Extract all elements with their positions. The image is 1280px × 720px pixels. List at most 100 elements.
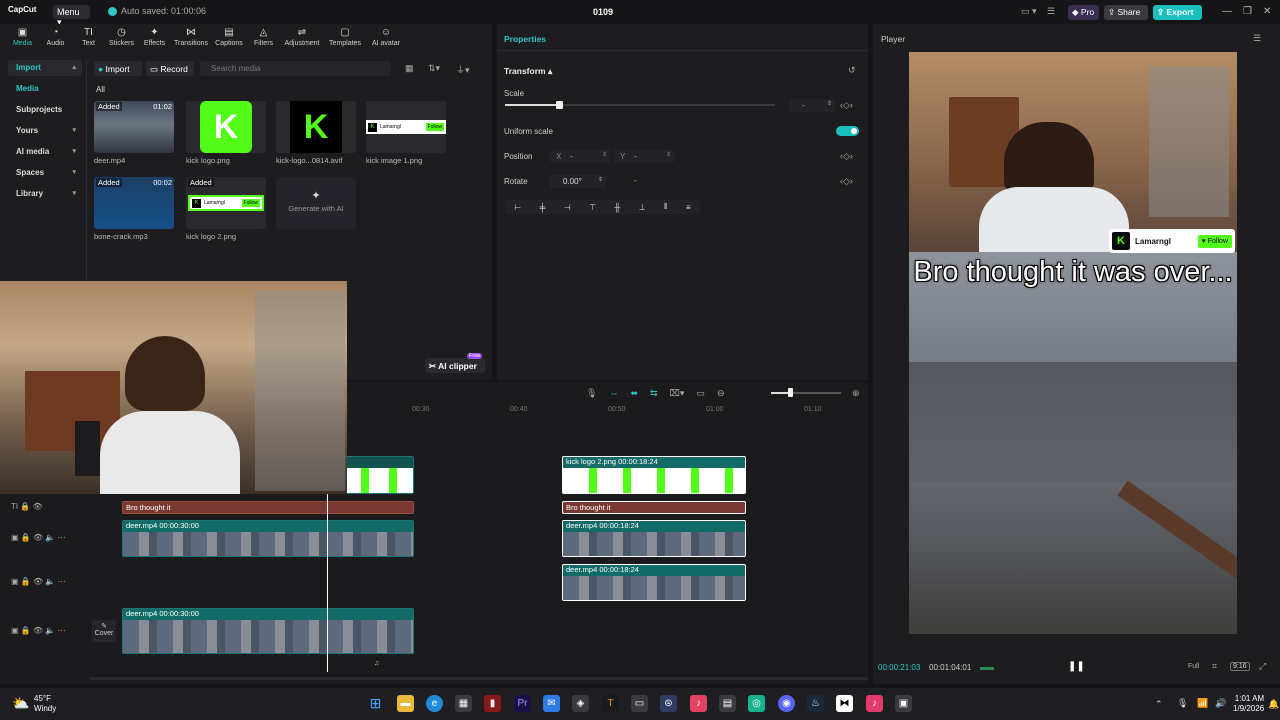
tool-stickers[interactable]: ◷ Stickers [105,27,138,47]
preview-axis-icon[interactable]: ⌧▾ [670,388,685,399]
app-icon[interactable]: T [602,695,619,712]
keyframe-icon[interactable]: ‹◇› [840,176,853,187]
layout-icon[interactable]: ▭ ▾ [1021,6,1037,17]
media-item-kick-logo-avif[interactable]: K kick-logo...0814.avif [276,101,356,165]
tool-captions[interactable]: ▤ Captions [211,27,247,47]
tool-effects[interactable]: ✦ Effects [138,27,171,47]
steam-icon[interactable]: ♨ [807,695,824,712]
timeline-text-clip[interactable]: Bro thought it [122,501,414,514]
app-icon[interactable]: ▣ [895,695,912,712]
weather-icon[interactable]: ⛅ [12,695,29,712]
grid-view-icon[interactable]: ▦ [405,63,414,74]
record-button[interactable]: ▭ Record [146,61,194,76]
system-clock[interactable]: 1:01 AM 1/9/2026 [1233,694,1264,714]
app-icon[interactable]: ◎ [748,695,765,712]
more-icon[interactable]: ⋯ [58,577,66,586]
align-left-icon[interactable]: ⊢ [514,203,521,212]
lock-icon[interactable]: 🔒 [21,626,31,635]
zoom-slider[interactable] [771,392,841,394]
sidenav-item-library[interactable]: Library ▾ [8,186,82,202]
speaker-icon[interactable]: 🔈 [45,533,55,542]
distribute-v-icon[interactable]: ≡ [686,203,691,212]
app-icon[interactable]: ▤ [719,695,736,712]
media-item-bone-crack[interactable]: Added 00:02 bone-crack.mp3 [94,177,174,241]
timeline-text-clip[interactable]: Bro thought it [562,501,746,514]
pause-icon[interactable]: ❚❚ [1068,661,1085,672]
tool-text[interactable]: TI Text [72,27,105,47]
sidenav-item-import[interactable]: Import ▴ [8,60,82,76]
align-center-h-icon[interactable]: ╪ [540,203,546,212]
zoom-in-icon[interactable]: ⊕ [852,388,860,399]
tool-ai-avatar[interactable]: ☺ AI avatar [366,27,406,47]
media-item-kick-image[interactable]: K Lamarngl Follow kick image 1.png [366,101,446,165]
export-button[interactable]: ⇪ Export [1153,5,1202,20]
snapshot-icon[interactable]: ⌗ [1212,661,1217,672]
magnet-icon[interactable]: ⬌ [630,388,638,399]
filter-icon[interactable]: ⏚▾ [456,63,470,76]
align-bottom-icon[interactable]: ⊥ [639,203,646,212]
restore-icon[interactable]: ❐ [1243,6,1252,17]
zoom-slider-handle[interactable] [788,388,793,397]
tiktok-icon[interactable]: ♪ [866,695,883,712]
tool-audio[interactable]: ◔ Audio [39,27,72,47]
caption-track-icon[interactable]: ▭ [696,388,705,399]
sidenav-item-subprojects[interactable]: Subprojects [8,102,82,118]
start-icon[interactable]: ⊞ [367,695,384,712]
media-item-kick-logo[interactable]: K kick logo.png [186,101,266,165]
position-x-input[interactable]: X - ⇕ [550,150,610,163]
sort-icon[interactable]: ⇅▾ [428,63,440,74]
speaker-icon[interactable]: 🔈 [45,626,55,635]
close-icon[interactable]: ✕ [1263,6,1271,17]
wifi-icon[interactable]: 📶 [1197,698,1208,709]
microphone-tray-icon[interactable]: 🎙 [1177,698,1188,709]
media-item-kick-logo-2[interactable]: Added K Lamarngl Follow kick logo 2.png [186,177,266,241]
tray-chevron-icon[interactable]: ⌃ [1155,699,1163,710]
shortcuts-icon[interactable]: ☰ [1047,6,1055,17]
video-preview[interactable]: K Lamarngl ♥ Follow Bro thought it was o… [909,52,1237,634]
weather-widget[interactable]: 45°F Windy [34,694,56,714]
search-input[interactable]: Search media [200,61,391,76]
edge-icon[interactable]: e [426,695,443,712]
align-center-v-icon[interactable]: ╫ [615,203,621,212]
pro-button[interactable]: ◆ Pro [1068,5,1099,20]
store-icon[interactable]: ▦ [455,695,472,712]
sidenav-item-media[interactable]: Media [8,81,82,97]
eye-icon[interactable]: 👁 [33,533,43,542]
timeline-clip-deer[interactable]: deer.mp4 00:00:30:00 [122,520,414,557]
app-icon[interactable]: ◈ [572,695,589,712]
sidenav-item-ai-media[interactable]: AI media ▾ [8,144,82,160]
share-button[interactable]: ⇪ Share [1104,5,1148,20]
tab-all[interactable]: All [96,85,105,94]
volume-icon[interactable]: 🔊 [1215,698,1226,709]
bone-crack-marker-icon[interactable]: ♫ [374,660,379,667]
timeline-clip-deer-main[interactable]: deer.mp4 00:00:30:00 [122,608,414,654]
microphone-icon[interactable]: 🎙 [586,388,597,399]
stepper-icon[interactable]: ⇕ [602,151,607,158]
snap-icon[interactable]: ⇆ [650,388,658,399]
keyframe-icon[interactable]: ‹◇› [840,151,853,162]
align-right-icon[interactable]: ⊣ [564,203,571,212]
project-name[interactable]: 0109 [593,7,613,17]
stepper-icon[interactable]: ⇕ [666,151,671,158]
rotate-input[interactable]: 0.00° ⇕ [550,175,606,188]
music-icon[interactable]: ♪ [690,695,707,712]
sidenav-item-spaces[interactable]: Spaces ▾ [8,165,82,181]
uniform-scale-toggle[interactable] [836,126,859,136]
timeline-clip-deer[interactable]: deer.mp4 00:00:18:24 [562,520,746,557]
scale-slider-track[interactable] [505,104,775,106]
ai-clipper-button[interactable]: ✂ AI clipper [425,358,485,373]
app-icon[interactable]: ⊜ [660,695,677,712]
distribute-h-icon[interactable]: ⫴ [664,202,667,212]
more-icon[interactable]: ⋯ [58,533,66,542]
eye-icon[interactable]: 👁 [33,626,43,635]
file-explorer-icon[interactable]: ▬ [397,695,414,712]
media-item-deer[interactable]: Added 01:02 deer.mp4 [94,101,174,165]
transform-section[interactable]: Transform ▴ [504,66,552,77]
aspect-ratio-button[interactable]: 9:16 [1230,662,1250,671]
minimize-icon[interactable]: — [1222,6,1232,17]
speaker-icon[interactable]: 🔈 [45,577,55,586]
timeline-scrollbar[interactable] [90,677,868,680]
cover-button[interactable]: ✎ Cover [92,620,116,642]
app-icon[interactable]: ▮ [484,695,501,712]
lock-icon[interactable]: 🔒 [20,502,30,511]
